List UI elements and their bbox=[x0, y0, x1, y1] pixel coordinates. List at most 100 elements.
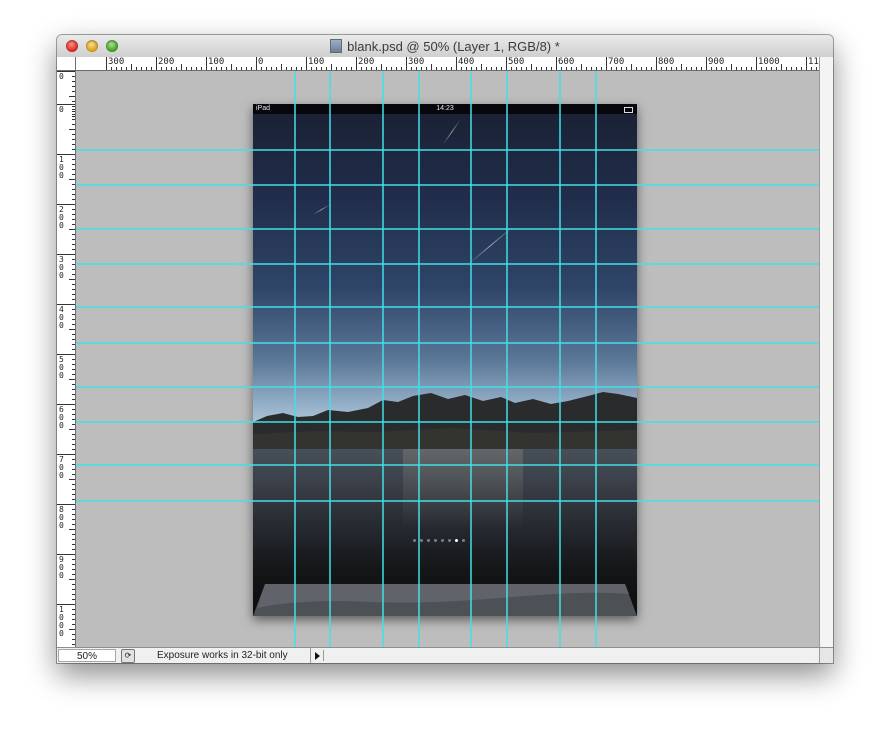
document-info-icon[interactable]: ⟳ bbox=[121, 649, 135, 663]
ruler-label: 0 bbox=[258, 57, 264, 67]
ruler-label: 300 bbox=[59, 255, 64, 280]
ruler-tick bbox=[72, 474, 75, 475]
ruler-tick bbox=[501, 67, 502, 70]
ruler-tick bbox=[331, 64, 332, 70]
ruler-tick bbox=[816, 67, 817, 70]
ruler-tick bbox=[72, 414, 75, 415]
ruler-tick bbox=[571, 67, 572, 70]
ruler-tick bbox=[671, 67, 672, 70]
page-dot[interactable] bbox=[413, 539, 416, 542]
ruler-tick bbox=[72, 464, 75, 465]
ruler-tick bbox=[72, 609, 75, 610]
ruler-tick bbox=[801, 67, 802, 70]
ruler-tick bbox=[131, 64, 132, 70]
ruler-tick bbox=[72, 314, 75, 315]
ruler-tick bbox=[446, 67, 447, 70]
ruler-tick bbox=[72, 384, 75, 385]
ruler-tick bbox=[72, 189, 75, 190]
ruler-tick bbox=[591, 67, 592, 70]
ruler-tick bbox=[72, 589, 75, 590]
ruler-tick bbox=[72, 439, 75, 440]
ruler-tick bbox=[72, 194, 75, 195]
vertical-ruler[interactable]: 0 0 100 200 300 400 500 600 700 800 900 1000 bbox=[57, 71, 76, 647]
page-dot[interactable] bbox=[434, 539, 437, 542]
ipad-homescreen-canvas[interactable]: iPad 14:23 bbox=[253, 104, 637, 616]
page-dot[interactable] bbox=[441, 539, 444, 542]
ruler-tick bbox=[226, 67, 227, 70]
page-dot[interactable] bbox=[455, 539, 458, 542]
ruler-tick bbox=[72, 364, 75, 365]
horizontal-ruler[interactable]: 300 200 100 0 100 200 300 400 500 600 700 800 900 100… bbox=[76, 57, 819, 71]
ruler-tick bbox=[72, 449, 75, 450]
ruler-tick bbox=[246, 67, 247, 70]
ruler-tick bbox=[206, 57, 207, 70]
ruler-tick bbox=[251, 67, 252, 70]
page-dot[interactable] bbox=[420, 539, 423, 542]
ruler-tick bbox=[541, 67, 542, 70]
ruler-tick bbox=[171, 67, 172, 70]
ruler-tick bbox=[72, 219, 75, 220]
ruler-tick bbox=[72, 359, 75, 360]
ruler-tick bbox=[72, 634, 75, 635]
ruler-tick bbox=[326, 67, 327, 70]
ruler-tick bbox=[776, 67, 777, 70]
ruler-tick bbox=[741, 67, 742, 70]
ruler-tick bbox=[161, 67, 162, 70]
resize-grip-icon[interactable] bbox=[819, 647, 833, 663]
ruler-tick bbox=[586, 67, 587, 70]
ruler-origin-corner[interactable] bbox=[57, 57, 76, 71]
ruler-tick bbox=[526, 67, 527, 70]
canvas-area[interactable]: iPad 14:23 bbox=[76, 71, 819, 647]
ruler-tick bbox=[456, 57, 457, 70]
ruler-tick bbox=[806, 57, 807, 70]
window-title-text: blank.psd @ 50% (Layer 1, RGB/8) * bbox=[347, 39, 560, 54]
ruler-tick bbox=[661, 67, 662, 70]
ruler-tick bbox=[691, 67, 692, 70]
page-dot[interactable] bbox=[427, 539, 430, 542]
ruler-tick bbox=[72, 489, 75, 490]
ruler-tick bbox=[72, 309, 75, 310]
ruler-tick bbox=[231, 64, 232, 70]
ruler-tick bbox=[306, 57, 307, 70]
ruler-tick bbox=[69, 279, 75, 280]
ruler-tick bbox=[72, 444, 75, 445]
ruler-label: 600 bbox=[558, 57, 575, 67]
meteor-streak bbox=[442, 119, 461, 145]
ruler-tick bbox=[611, 67, 612, 70]
vertical-scrollbar[interactable] bbox=[819, 57, 833, 663]
ruler-tick bbox=[621, 67, 622, 70]
ruler-tick bbox=[69, 329, 75, 330]
ruler-tick bbox=[72, 209, 75, 210]
ruler-tick bbox=[72, 139, 75, 140]
ruler-tick bbox=[316, 67, 317, 70]
ruler-tick bbox=[531, 64, 532, 70]
ruler-tick bbox=[701, 67, 702, 70]
ruler-tick bbox=[491, 67, 492, 70]
page-dot[interactable] bbox=[462, 539, 465, 542]
ruler-tick bbox=[72, 389, 75, 390]
ruler-tick bbox=[796, 67, 797, 70]
ruler-tick bbox=[521, 67, 522, 70]
ruler-tick bbox=[72, 624, 75, 625]
ruler-tick bbox=[506, 57, 507, 70]
ruler-tick bbox=[181, 64, 182, 70]
ruler-tick bbox=[72, 339, 75, 340]
ruler-tick bbox=[406, 57, 407, 70]
ruler-tick bbox=[736, 67, 737, 70]
ruler-tick bbox=[371, 67, 372, 70]
mountain-range bbox=[253, 392, 637, 456]
ruler-tick bbox=[72, 639, 75, 640]
ruler-tick bbox=[72, 199, 75, 200]
ruler-tick bbox=[216, 67, 217, 70]
ruler-tick bbox=[72, 234, 75, 235]
zoom-level-field[interactable]: 50% bbox=[58, 649, 116, 662]
page-dot[interactable] bbox=[448, 539, 451, 542]
ruler-tick bbox=[72, 284, 75, 285]
ruler-tick bbox=[72, 424, 75, 425]
status-menu-arrow-button[interactable] bbox=[313, 650, 324, 661]
title-bar[interactable]: blank.psd @ 50% (Layer 1, RGB/8) * bbox=[57, 35, 833, 58]
ruler-tick bbox=[336, 67, 337, 70]
ruler-tick bbox=[72, 299, 75, 300]
ruler-tick bbox=[486, 67, 487, 70]
ruler-tick bbox=[766, 67, 767, 70]
